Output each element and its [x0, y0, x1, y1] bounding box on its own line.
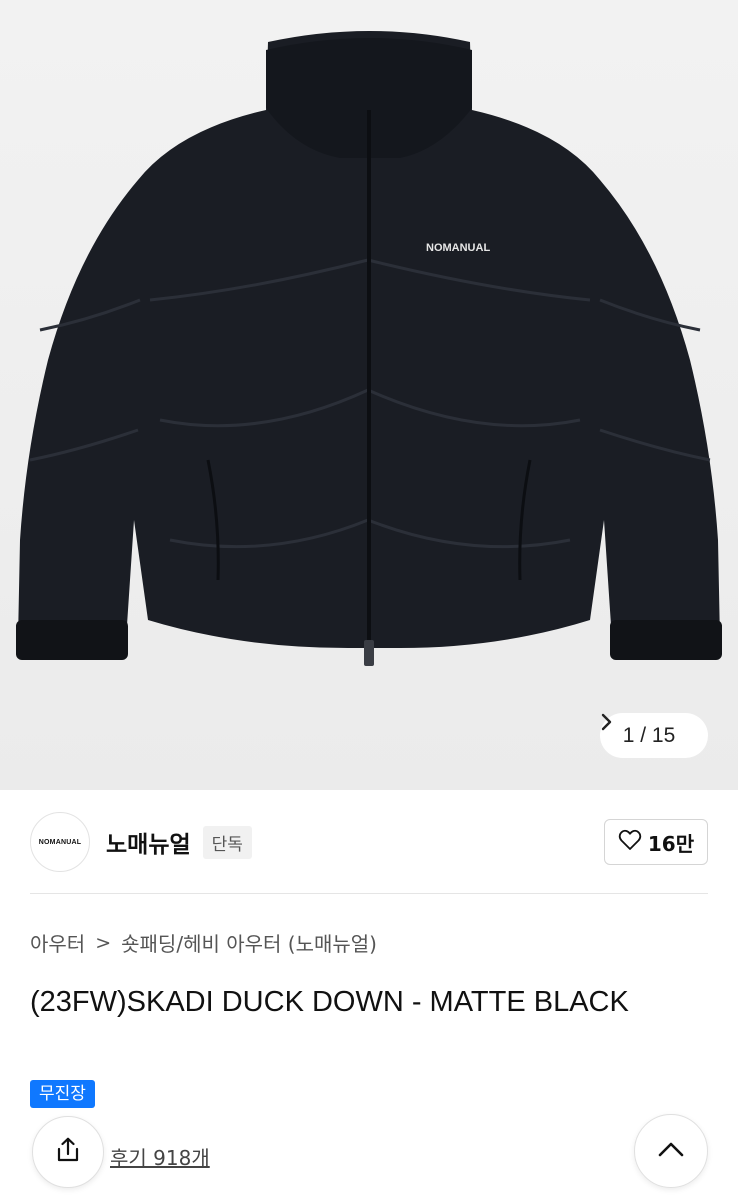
chevron-right-icon: >: [95, 931, 112, 954]
product-image-carousel[interactable]: NOMANUAL 1 / 15: [0, 0, 738, 790]
share-icon: [54, 1136, 82, 1168]
image-counter-text: 1 / 15: [622, 723, 676, 747]
breadcrumb: 아우터 > 숏패딩/헤비 아우터 (노매뉴얼): [30, 928, 377, 957]
heart-icon: [618, 829, 642, 856]
reviews-link[interactable]: 후기 918개: [110, 1142, 210, 1171]
brand-row: NOMANUAL 노매뉴얼 단독 16만: [30, 812, 708, 872]
breadcrumb-category[interactable]: 아우터: [30, 928, 85, 957]
like-button[interactable]: 16만: [604, 819, 708, 865]
promo-tag: 무진장: [30, 1080, 95, 1108]
product-title: (23FW)SKADI DUCK DOWN - MATTE BLACK: [30, 986, 629, 1018]
jacket-logo-text: NOMANUAL: [426, 242, 491, 254]
chevron-up-icon: [657, 1140, 685, 1162]
divider: [30, 893, 708, 894]
brand-name[interactable]: 노매뉴얼: [106, 825, 191, 859]
exclusive-badge: 단독: [202, 825, 252, 859]
share-button[interactable]: [32, 1116, 104, 1188]
brand-logo[interactable]: NOMANUAL: [30, 812, 90, 872]
breadcrumb-subcategory[interactable]: 숏패딩/헤비 아우터 (노매뉴얼): [121, 928, 377, 957]
like-count: 16만: [647, 831, 695, 856]
product-image-jacket: [16, 31, 722, 666]
scroll-top-button[interactable]: [634, 1114, 708, 1188]
image-counter[interactable]: 1 / 15: [600, 713, 708, 758]
